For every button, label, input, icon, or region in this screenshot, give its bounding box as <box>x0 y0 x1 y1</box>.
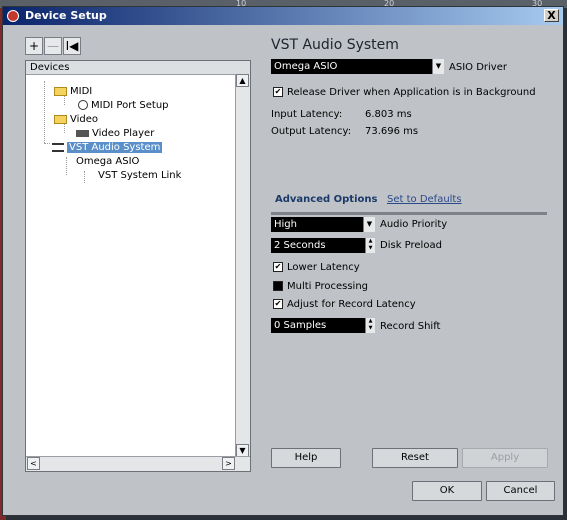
stepper-arrows-icon[interactable]: ▲ ▼ <box>365 238 375 253</box>
reset-button[interactable]: Reset <box>372 448 458 468</box>
record-shift-label: Record Shift <box>380 321 441 332</box>
record-shift-value: 0 Samples <box>274 320 327 331</box>
remove-device-button[interactable]: — <box>44 37 62 55</box>
tree-connector <box>44 143 50 144</box>
devices-header: Devices <box>26 61 250 75</box>
scroll-up-icon[interactable]: ▲ <box>236 74 249 87</box>
chevron-down-icon: ▼ <box>363 217 375 232</box>
tree-item-video[interactable]: Video <box>54 113 98 127</box>
cancel-button[interactable]: Cancel <box>486 481 555 501</box>
device-toolbar: + — I◀ <box>25 37 82 55</box>
scroll-right-icon[interactable]: > <box>222 457 235 470</box>
output-latency-label: Output Latency: <box>271 126 352 137</box>
chevron-down-icon: ▼ <box>432 59 444 74</box>
audio-priority-value: High <box>274 219 297 230</box>
asio-driver-select[interactable]: Omega ASIO ▼ <box>271 59 444 74</box>
video-icon <box>76 129 89 137</box>
record-shift-stepper[interactable]: 0 Samples ▲ ▼ <box>271 318 375 333</box>
app-icon <box>7 10 19 22</box>
input-latency-label: Input Latency: <box>271 109 343 120</box>
scroll-left-icon[interactable]: < <box>27 457 40 470</box>
page-title: VST Audio System <box>271 37 399 53</box>
tree-item-omega-asio[interactable]: Omega ASIO <box>76 155 139 169</box>
tree-item-vst-system-link[interactable]: VST System Link <box>98 169 181 183</box>
help-button[interactable]: Help <box>271 448 341 468</box>
tree-connector <box>84 171 85 183</box>
adjust-record-latency-label: Adjust for Record Latency <box>287 299 416 310</box>
lower-latency-checkbox[interactable] <box>273 262 283 272</box>
folder-icon <box>54 86 67 96</box>
tree-vertical-scrollbar[interactable]: ▲ ▼ <box>235 74 250 457</box>
folder-icon <box>54 114 67 124</box>
ok-button[interactable]: OK <box>412 481 482 501</box>
close-button[interactable]: X <box>544 9 559 22</box>
disk-preload-value: 2 Seconds <box>274 240 326 251</box>
asio-driver-label: ASIO Driver <box>449 62 507 73</box>
device-setup-dialog: Device Setup X + — I◀ Devices MIDI MIDI … <box>2 6 564 516</box>
set-to-defaults-link[interactable]: Set to Defaults <box>387 194 462 205</box>
tree-item-video-player[interactable]: Video Player <box>76 127 154 141</box>
title-bar[interactable]: Device Setup X <box>3 7 563 25</box>
tree-connector <box>66 157 67 175</box>
audio-priority-label: Audio Priority <box>380 219 448 230</box>
audio-priority-select[interactable]: High ▼ <box>271 217 375 232</box>
tree-item-vst-audio-system[interactable]: VST Audio System <box>52 141 163 155</box>
disk-preload-stepper[interactable]: 2 Seconds ▲ ▼ <box>271 238 375 253</box>
multi-processing-label: Multi Processing <box>287 281 369 292</box>
add-device-button[interactable]: + <box>25 37 43 55</box>
tree-horizontal-scrollbar[interactable]: < > <box>26 456 250 471</box>
devices-tree[interactable]: Devices MIDI MIDI Port Setup Video Video… <box>25 60 251 472</box>
asio-driver-value: Omega ASIO <box>274 61 338 72</box>
midi-port-icon <box>78 100 88 110</box>
release-driver-checkbox[interactable] <box>273 87 283 97</box>
adjust-record-latency-checkbox[interactable] <box>273 299 283 309</box>
reset-device-button[interactable]: I◀ <box>63 37 81 55</box>
window-title: Device Setup <box>25 9 107 22</box>
output-latency-value: 73.696 ms <box>365 126 419 137</box>
disk-preload-label: Disk Preload <box>380 240 442 251</box>
tree-item-midi-port-setup[interactable]: MIDI Port Setup <box>78 99 169 113</box>
input-latency-value: 6.803 ms <box>365 109 412 120</box>
stepper-arrows-icon[interactable]: ▲ ▼ <box>365 318 375 333</box>
tree-connector <box>44 81 45 143</box>
advanced-options-title: Advanced Options <box>275 194 378 205</box>
apply-button[interactable]: Apply <box>462 448 548 468</box>
vst-icon <box>52 142 64 152</box>
advanced-options-header: Advanced Options Set to Defaults <box>271 192 547 215</box>
release-driver-label: Release Driver when Application is in Ba… <box>287 87 536 98</box>
multi-processing-checkbox[interactable] <box>273 281 283 291</box>
lower-latency-label: Lower Latency <box>287 262 360 273</box>
tree-item-midi[interactable]: MIDI <box>54 85 92 99</box>
